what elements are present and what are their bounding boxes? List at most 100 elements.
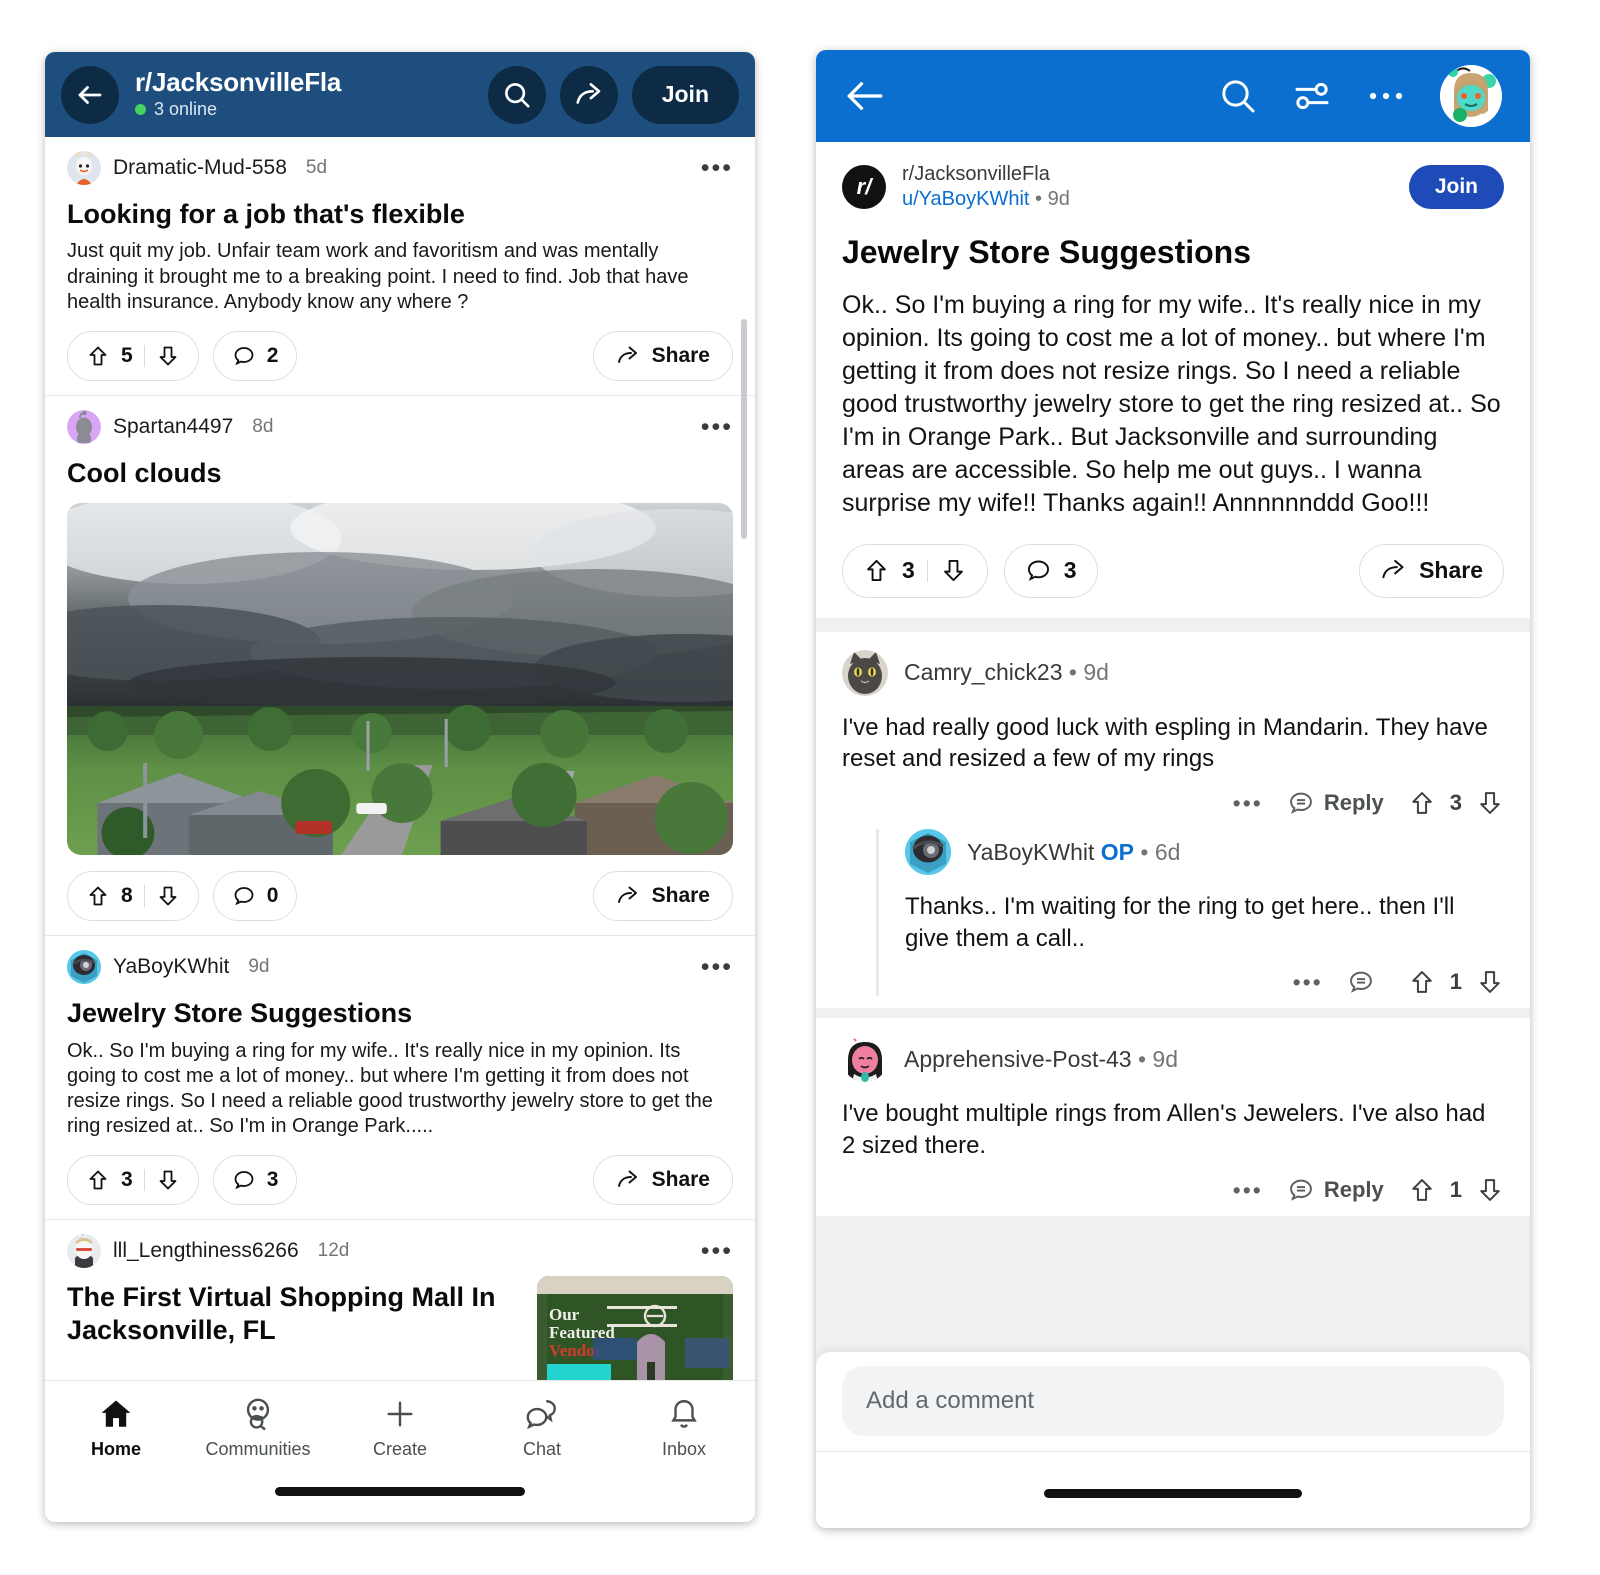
avatar[interactable] [67,151,101,185]
post-feed[interactable]: Dramatic-Mud-558 5d ••• Looking for a jo… [45,137,755,1380]
more-options-icon[interactable]: ••• [1293,971,1323,994]
sort-filter-icon[interactable] [1292,76,1332,116]
more-options-icon[interactable]: ••• [701,955,733,980]
post-image[interactable] [67,503,733,856]
op-badge: OP [1100,838,1135,865]
join-button[interactable]: Join [631,65,739,124]
post-author[interactable]: u/YaBoyKWhit • 9d [902,188,1070,210]
home-indicator [1044,1489,1302,1498]
post-author[interactable]: lll_Lengthiness6266 [113,1239,299,1263]
more-options-icon[interactable]: ••• [701,1239,733,1264]
comment-placeholder: Add a comment [866,1387,1035,1414]
post-title[interactable]: Looking for a job that's flexible [67,198,733,230]
vote-pill[interactable]: 3 [67,1155,199,1206]
post-header: YaBoyKWhit 9d ••• [67,950,733,985]
nav-item-chat[interactable]: Chat [471,1397,613,1460]
avatar[interactable] [67,950,101,985]
subreddit-icon[interactable]: r/ [842,165,886,209]
post-title[interactable]: Jewelry Store Suggestions [67,997,733,1029]
more-options-icon[interactable] [1366,85,1406,107]
nav-item-communities[interactable]: Communities [187,1397,329,1460]
nav-item-home[interactable]: Home [45,1397,187,1460]
comment-pill[interactable]: 3 [212,1155,298,1206]
comment-actions: ••• Reply 1 [842,1176,1504,1204]
reply-button[interactable]: Reply [1287,789,1384,817]
comment-vote[interactable]: 1 [1408,968,1504,996]
vote-pill[interactable]: 5 [67,330,199,381]
subreddit-title-block[interactable]: r/JacksonvilleFla 3 online [133,68,474,120]
subreddit-name[interactable]: r/JacksonvilleFla [902,163,1050,185]
post-detail-scroll[interactable]: r/ r/JacksonvilleFla u/YaBoyKWhit • 9d J… [816,142,1530,1387]
post-item[interactable]: Dramatic-Mud-558 5d ••• Looking for a jo… [45,137,755,396]
post-body: Ok.. So I'm buying a ring for my wife.. … [842,290,1501,517]
post-item[interactable]: lll_Lengthiness6266 12d ••• The First Vi… [45,1220,755,1380]
comment-author[interactable]: Camry_chick23 • 9d [904,659,1109,686]
vote-pill[interactable]: 8 [67,871,199,922]
post-header: lll_Lengthiness6266 12d ••• [67,1234,733,1269]
post-title[interactable]: The First Virtual Shopping Mall In Jacks… [67,1281,519,1346]
comment-author[interactable]: YaBoyKWhit OP • 6d [967,839,1180,866]
search-icon[interactable] [1218,76,1258,116]
avatar[interactable] [67,1234,101,1269]
share-button[interactable]: Share [592,1155,733,1206]
back-arrow-icon[interactable] [61,65,119,124]
more-options-icon[interactable]: ••• [1233,1178,1263,1201]
reply-label: Reply [1323,1176,1384,1202]
reply-button[interactable] [1347,968,1384,996]
user-avatar[interactable] [1440,65,1502,127]
post-author[interactable]: YaBoyKWhit [113,955,229,979]
section-divider [816,617,1530,632]
comment-count: 3 [266,1168,279,1192]
share-button[interactable]: Share [592,330,733,381]
phone-right-post-detail: r/ r/JacksonvilleFla u/YaBoyKWhit • 9d J… [816,50,1530,1528]
comment-pill[interactable]: 3 [1003,543,1098,598]
share-label: Share [651,343,710,367]
post-author[interactable]: Dramatic-Mud-558 [113,156,287,180]
divider [926,559,928,582]
avatar[interactable] [67,409,101,444]
comment-item-nested-wrap: YaBoyKWhit OP • 6d Thanks.. I'm waiting … [816,829,1530,1009]
share-button[interactable]: Share [592,871,733,922]
post-timestamp: 9d [248,956,270,978]
post-title[interactable]: Cool clouds [67,457,733,489]
vote-pill[interactable]: 3 [842,543,988,598]
reply-label: Reply [1323,790,1384,816]
share-icon[interactable] [559,65,618,124]
back-arrow-icon[interactable] [844,75,886,117]
right-header [816,50,1530,142]
join-button[interactable]: Join [1408,165,1504,209]
post-thumbnail[interactable]: Our Featured Vendor jacksonvillejewelry [537,1276,733,1380]
avatar[interactable] [842,649,888,696]
comment-vote[interactable]: 3 [1408,789,1504,817]
phone-left-feed: r/JacksonvilleFla 3 online Join Dramatic… [45,52,755,1522]
more-options-icon[interactable]: ••• [1233,792,1263,815]
share-button[interactable]: Share [1359,543,1504,598]
post-timestamp: 8d [252,415,274,437]
more-options-icon[interactable]: ••• [701,156,733,181]
comment-body: Thanks.. I'm waiting for the ring to get… [905,893,1455,952]
search-icon[interactable] [487,65,546,124]
online-status-dot [135,104,146,116]
comment-pill[interactable]: 0 [212,871,298,922]
upvote-count: 5 [121,343,133,367]
comment-pill[interactable]: 2 [212,330,298,381]
avatar[interactable] [842,1036,888,1083]
upvote-count: 8 [121,884,133,908]
comment-author[interactable]: Apprehensive-Post-43 • 9d [904,1046,1178,1073]
comment-vote[interactable]: 1 [1408,1176,1504,1204]
nav-label: Create [372,1439,428,1459]
scrollbar[interactable] [741,319,747,539]
avatar[interactable] [905,829,951,876]
nav-item-inbox[interactable]: Inbox [613,1397,755,1460]
reply-button[interactable]: Reply [1287,1176,1384,1204]
svg-text:Our: Our [549,1305,580,1324]
post-author[interactable]: Spartan4497 [113,415,233,439]
post-content: The First Virtual Shopping Mall In Jacks… [67,1268,733,1380]
post-body: Just quit my job. Unfair team work and f… [67,240,689,313]
post-item[interactable]: Spartan4497 8d ••• Cool clouds 8 0 Share [45,396,755,937]
more-options-icon[interactable]: ••• [701,414,733,439]
nav-item-create[interactable]: Create [329,1397,471,1460]
comment-input[interactable]: Add a comment [842,1366,1504,1436]
post-item[interactable]: YaBoyKWhit 9d ••• Jewelry Store Suggesti… [45,936,755,1221]
comment-separator: • [1140,838,1149,865]
